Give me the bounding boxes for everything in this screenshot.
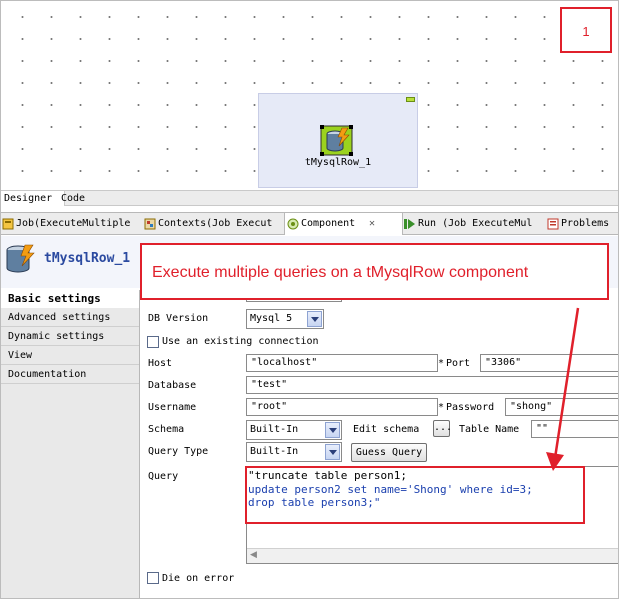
nav-documentation[interactable]: Documentation <box>0 366 139 384</box>
tab-code[interactable]: Code <box>57 191 89 206</box>
password-field[interactable]: "shong" <box>505 398 619 416</box>
query-highlight-annotation <box>245 466 585 524</box>
job-icon <box>2 217 14 230</box>
tab-contexts-label: Contexts(Job Execut <box>158 218 273 229</box>
query-type-label: Query Type <box>148 446 209 457</box>
query-type-value: Built-In <box>250 446 299 457</box>
callout-annotation: Execute multiple queries on a tMysqlRow … <box>140 243 609 300</box>
database-field[interactable]: "test" <box>246 376 619 394</box>
tab-designer[interactable]: Designer <box>0 191 65 206</box>
db-version-value: Mysql 5 <box>250 313 293 324</box>
db-version-select[interactable]: Mysql 5 <box>246 309 324 329</box>
port-label: Port <box>446 358 471 369</box>
host-label: Host <box>148 358 173 369</box>
tab-problems-label: Problems <box>561 218 610 229</box>
mysql-database-icon <box>5 243 35 275</box>
tab-run-label: Run (Job ExecuteMul <box>418 218 533 229</box>
tab-component[interactable]: Component ✕ <box>284 213 403 235</box>
run-icon <box>404 217 416 229</box>
edit-schema-button[interactable]: ... <box>433 420 452 437</box>
component-icon <box>287 217 299 230</box>
settings-nav-panel: Basic settings Advanced settings Dynamic… <box>0 290 140 599</box>
password-label: Password <box>446 402 495 413</box>
query-type-select[interactable]: Built-In <box>246 442 342 462</box>
editor-tab-bar: Designer Code <box>0 190 619 206</box>
component-status-marker <box>406 97 415 102</box>
tab-job-label: Job(ExecuteMultiple <box>16 218 131 229</box>
username-label: Username <box>148 402 197 413</box>
query-label: Query <box>148 471 179 482</box>
nav-advanced-settings[interactable]: Advanced settings <box>0 309 139 327</box>
username-field[interactable]: "root" <box>246 398 438 416</box>
database-label: Database <box>148 380 197 391</box>
step-number-annotation: 1 <box>560 7 612 53</box>
close-icon[interactable]: ✕ <box>369 213 375 235</box>
tab-job[interactable]: Job(ExecuteMultiple <box>0 213 142 235</box>
component-label[interactable]: tMysqlRow_1 <box>293 157 383 168</box>
scroll-left-icon[interactable]: ◀ <box>250 550 257 560</box>
schema-label: Schema <box>148 424 185 435</box>
nav-view[interactable]: View <box>0 347 139 365</box>
nav-dynamic-settings[interactable]: Dynamic settings <box>0 328 139 346</box>
tab-component-label: Component <box>301 218 356 229</box>
use-existing-connection-label: Use an existing connection <box>162 336 319 347</box>
chevron-down-icon[interactable] <box>325 422 340 438</box>
nav-basic-settings[interactable]: Basic settings <box>0 290 139 308</box>
host-field[interactable]: "localhost" <box>246 354 438 372</box>
problems-icon <box>547 217 559 230</box>
guess-query-button[interactable]: Guess Query <box>351 443 427 462</box>
chevron-down-icon[interactable] <box>325 444 340 460</box>
mysql-row-component-icon[interactable] <box>320 124 356 158</box>
port-field[interactable]: "3306" <box>480 354 619 372</box>
table-name-label: Table Name <box>459 424 520 435</box>
contexts-icon <box>144 217 156 230</box>
tab-problems[interactable]: Problems <box>545 213 619 235</box>
views-tab-bar: Job(ExecuteMultiple Contexts(Job Execut … <box>0 212 619 235</box>
db-version-label: DB Version <box>148 313 209 324</box>
schema-select[interactable]: Built-In <box>246 420 342 440</box>
table-name-field[interactable]: "" <box>531 420 619 438</box>
chevron-down-icon[interactable] <box>307 311 322 327</box>
edit-schema-label: Edit schema <box>353 424 420 435</box>
schema-value: Built-In <box>250 424 299 435</box>
die-on-error-checkbox[interactable] <box>147 572 159 584</box>
die-on-error-label: Die on error <box>162 573 235 584</box>
port-required-mark: * <box>438 358 445 369</box>
tab-run[interactable]: Run (Job ExecuteMul <box>402 213 544 235</box>
component-title: tMysqlRow_1 <box>44 251 131 266</box>
query-horizontal-scrollbar[interactable]: ◀ <box>247 548 619 563</box>
use-existing-connection-checkbox[interactable] <box>147 336 159 348</box>
password-required-mark: * <box>438 402 445 413</box>
tab-contexts[interactable]: Contexts(Job Execut <box>142 213 286 235</box>
